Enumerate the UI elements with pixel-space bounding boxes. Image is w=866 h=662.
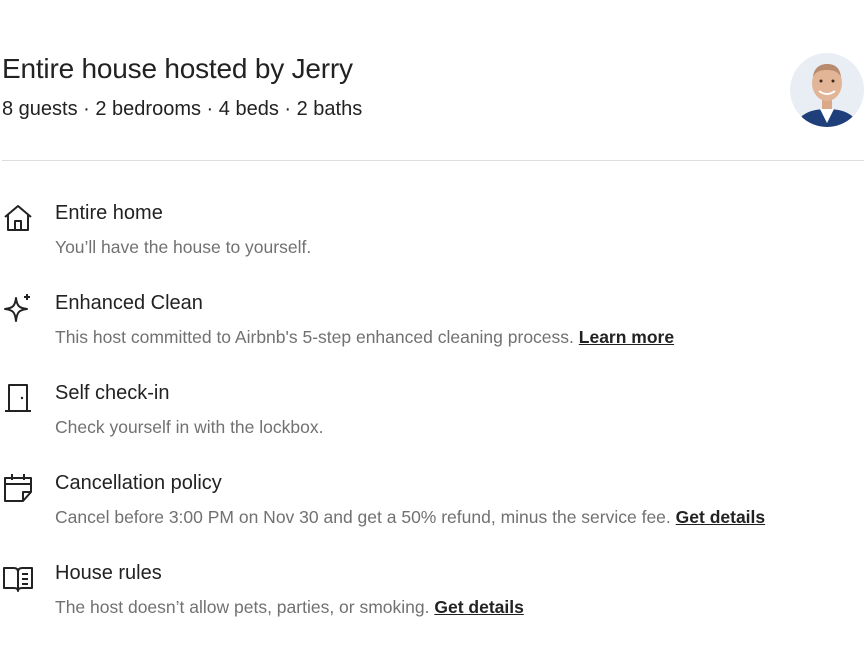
learn-more-link[interactable]: Learn more: [579, 327, 674, 347]
highlight-title: Self check-in: [55, 382, 170, 404]
highlight-description-text: Check yourself in with the lockbox.: [55, 417, 324, 437]
highlight-title: Enhanced Clean: [55, 292, 203, 314]
calendar-icon: [2, 472, 34, 504]
highlight-description: Cancel before 3:00 PM on Nov 30 and get …: [55, 507, 765, 528]
highlight-description-text: The host doesn’t allow pets, parties, or…: [55, 597, 435, 617]
highlight-title: Cancellation policy: [55, 472, 222, 494]
highlight-description: This host committed to Airbnb's 5-step e…: [55, 327, 674, 348]
highlight-title: Entire home: [55, 202, 163, 224]
host-avatar[interactable]: [790, 53, 864, 127]
house-icon: [2, 202, 34, 234]
sparkle-icon: [2, 292, 34, 324]
highlight-description-text: You’ll have the house to yourself.: [55, 237, 312, 257]
house-rules-get-details-link[interactable]: Get details: [434, 597, 523, 617]
highlight-house-rules: House rules The host doesn’t allow pets,…: [2, 552, 864, 642]
highlight-self-check-in: Self check-in Check yourself in with the…: [2, 372, 864, 462]
cancellation-get-details-link[interactable]: Get details: [676, 507, 765, 527]
door-icon: [2, 382, 34, 414]
book-icon: [2, 562, 34, 594]
highlight-description-text: Cancel before 3:00 PM on Nov 30 and get …: [55, 507, 676, 527]
highlight-description: You’ll have the house to yourself.: [55, 237, 311, 258]
page-title: Entire house hosted by Jerry: [2, 53, 353, 84]
highlight-title: House rules: [55, 562, 162, 584]
host-avatar-photo: [790, 53, 864, 127]
highlight-description-text: This host committed to Airbnb's 5-step e…: [55, 327, 579, 347]
highlight-cancellation-policy: Cancellation policy Cancel before 3:00 P…: [2, 462, 864, 552]
listing-summary: 8 guests · 2 bedrooms · 4 beds · 2 baths: [2, 98, 363, 120]
highlight-entire-home: Entire home You’ll have the house to you…: [2, 192, 864, 282]
highlight-description: The host doesn’t allow pets, parties, or…: [55, 597, 524, 618]
highlight-description: Check yourself in with the lockbox.: [55, 417, 323, 438]
listing-highlights: Entire home You’ll have the house to you…: [2, 192, 864, 642]
listing-header: Entire house hosted by Jerry 8 guests · …: [2, 0, 864, 161]
highlight-enhanced-clean: Enhanced Clean This host committed to Ai…: [2, 282, 864, 372]
